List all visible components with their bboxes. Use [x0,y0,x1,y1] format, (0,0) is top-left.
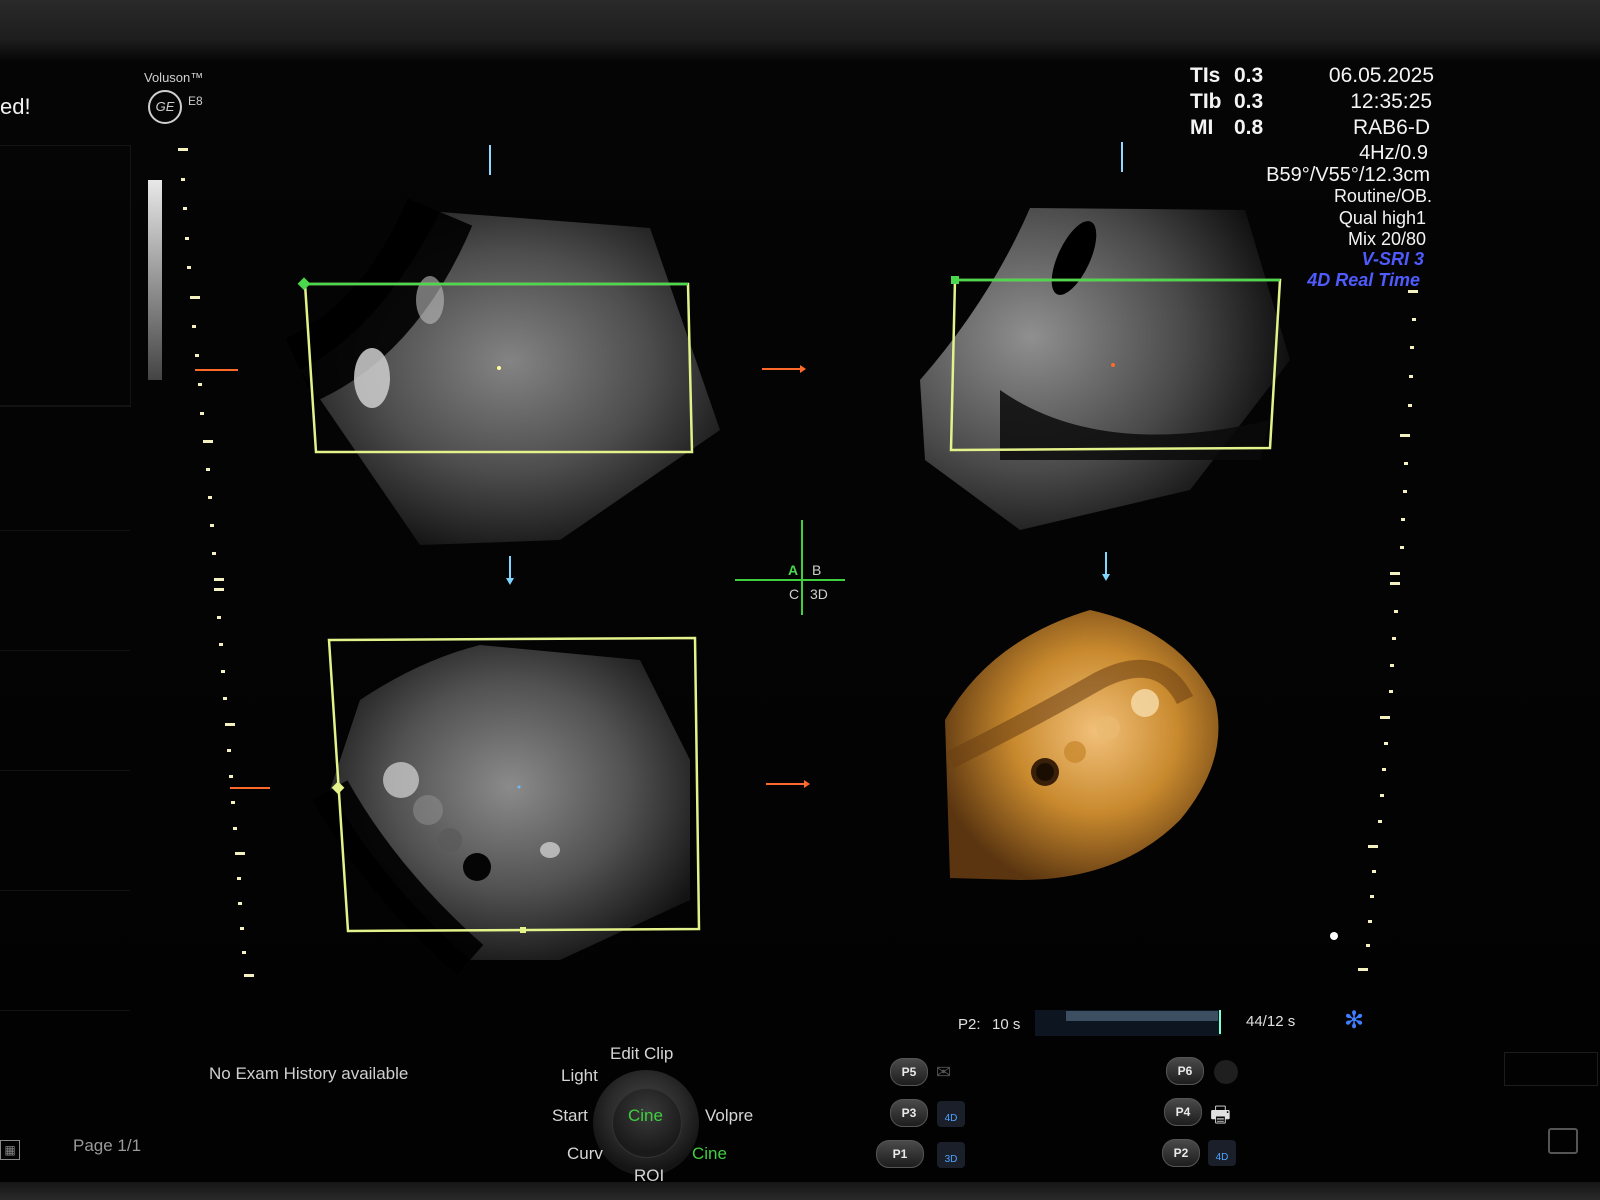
preset-p3-button[interactable]: P3 [890,1099,928,1127]
exam-time: 12:35:25 [1350,90,1432,113]
softkey-curv[interactable]: Curv [567,1144,603,1164]
vsri-level: V-SRI 3 [1361,249,1424,269]
4d-volume-icon[interactable]: 4D [937,1101,965,1127]
preset-p1-button[interactable]: P1 [876,1140,924,1168]
tib-label: TIb [1190,90,1222,113]
3d-volume-icon[interactable]: 3D [937,1142,965,1168]
tis-label: TIs [1190,64,1221,87]
exam-history-status: No Exam History available [209,1064,409,1083]
cine-duration: 10 s [992,1016,1021,1033]
depth-scale-right [1358,290,1418,971]
checkbox-area[interactable] [1504,1052,1598,1086]
softkey-edit-clip[interactable]: Edit Clip [610,1044,673,1064]
geometry: B59°/V55°/12.3cm [1266,164,1430,186]
settings-gear-icon[interactable]: ✻ [1344,1006,1364,1035]
plane-a-image [285,198,720,545]
4d-volume-icon-b[interactable]: 4D [1208,1140,1236,1166]
cine-label: P2: [958,1016,981,1033]
preset: Routine/OB. [1333,186,1432,206]
volume-render-3d [945,610,1219,880]
quad-label-3d[interactable]: 3D [810,586,828,602]
quad-label-c[interactable]: C [789,586,799,602]
tib-value: 0.3 [1234,90,1264,113]
monitor-icon[interactable] [1548,1128,1578,1154]
quality: Qual high1 [1338,208,1426,228]
mail-icon[interactable]: ✉ [936,1062,966,1082]
scan-mode: 4D Real Time [1307,270,1420,290]
depth-scale-left [178,148,254,977]
page-indicator: Page 1/1 [73,1136,142,1155]
printer-icon[interactable]: 🖶 [1210,1098,1238,1128]
mi-label: MI [1190,116,1214,139]
preset-p5-button[interactable]: P5 [890,1058,928,1086]
roi-handle-a[interactable] [297,277,311,291]
frame-rate: 4Hz/0.9 [1359,142,1428,164]
softkey-light[interactable]: Light [561,1066,598,1086]
roi-handle-b[interactable] [951,276,959,284]
softkey-cine[interactable]: Cine [692,1144,727,1164]
exam-date: 06.05.2025 [1328,64,1434,87]
mix: Mix 20/80 [1347,229,1426,249]
preset-p2-button[interactable]: P2 [1162,1139,1200,1167]
quad-label-a[interactable]: A [788,562,798,578]
tis-value: 0.3 [1234,64,1264,87]
preset-p6-button[interactable]: P6 [1166,1057,1204,1085]
status-dot [1330,932,1338,940]
monitor-bezel [0,1182,1600,1200]
cine-frames: 44/12 s [1246,1013,1296,1030]
softkey-start[interactable]: Start [552,1106,588,1126]
ultrasound-screen: ed! Voluson™ GE E8 A B C 3D TIs 0.3 TIb … [0,0,1600,1200]
plane-b-image [920,208,1290,530]
plane-c-image [312,645,690,975]
preset-p4-button[interactable]: P4 [1164,1098,1202,1126]
probe-name: RAB6-D [1352,116,1430,139]
cine-progress-fill [1066,1011,1218,1021]
mi-value: 0.8 [1234,116,1264,139]
roi-handle-c-bottom[interactable] [520,927,526,933]
blank-key[interactable] [1214,1060,1238,1084]
quad-label-b[interactable]: B [812,562,821,578]
softkey-volpre[interactable]: Volpre [705,1106,753,1126]
softkey-cine-center[interactable]: Cine [628,1106,663,1126]
grid-icon[interactable]: ▦ [0,1140,20,1160]
